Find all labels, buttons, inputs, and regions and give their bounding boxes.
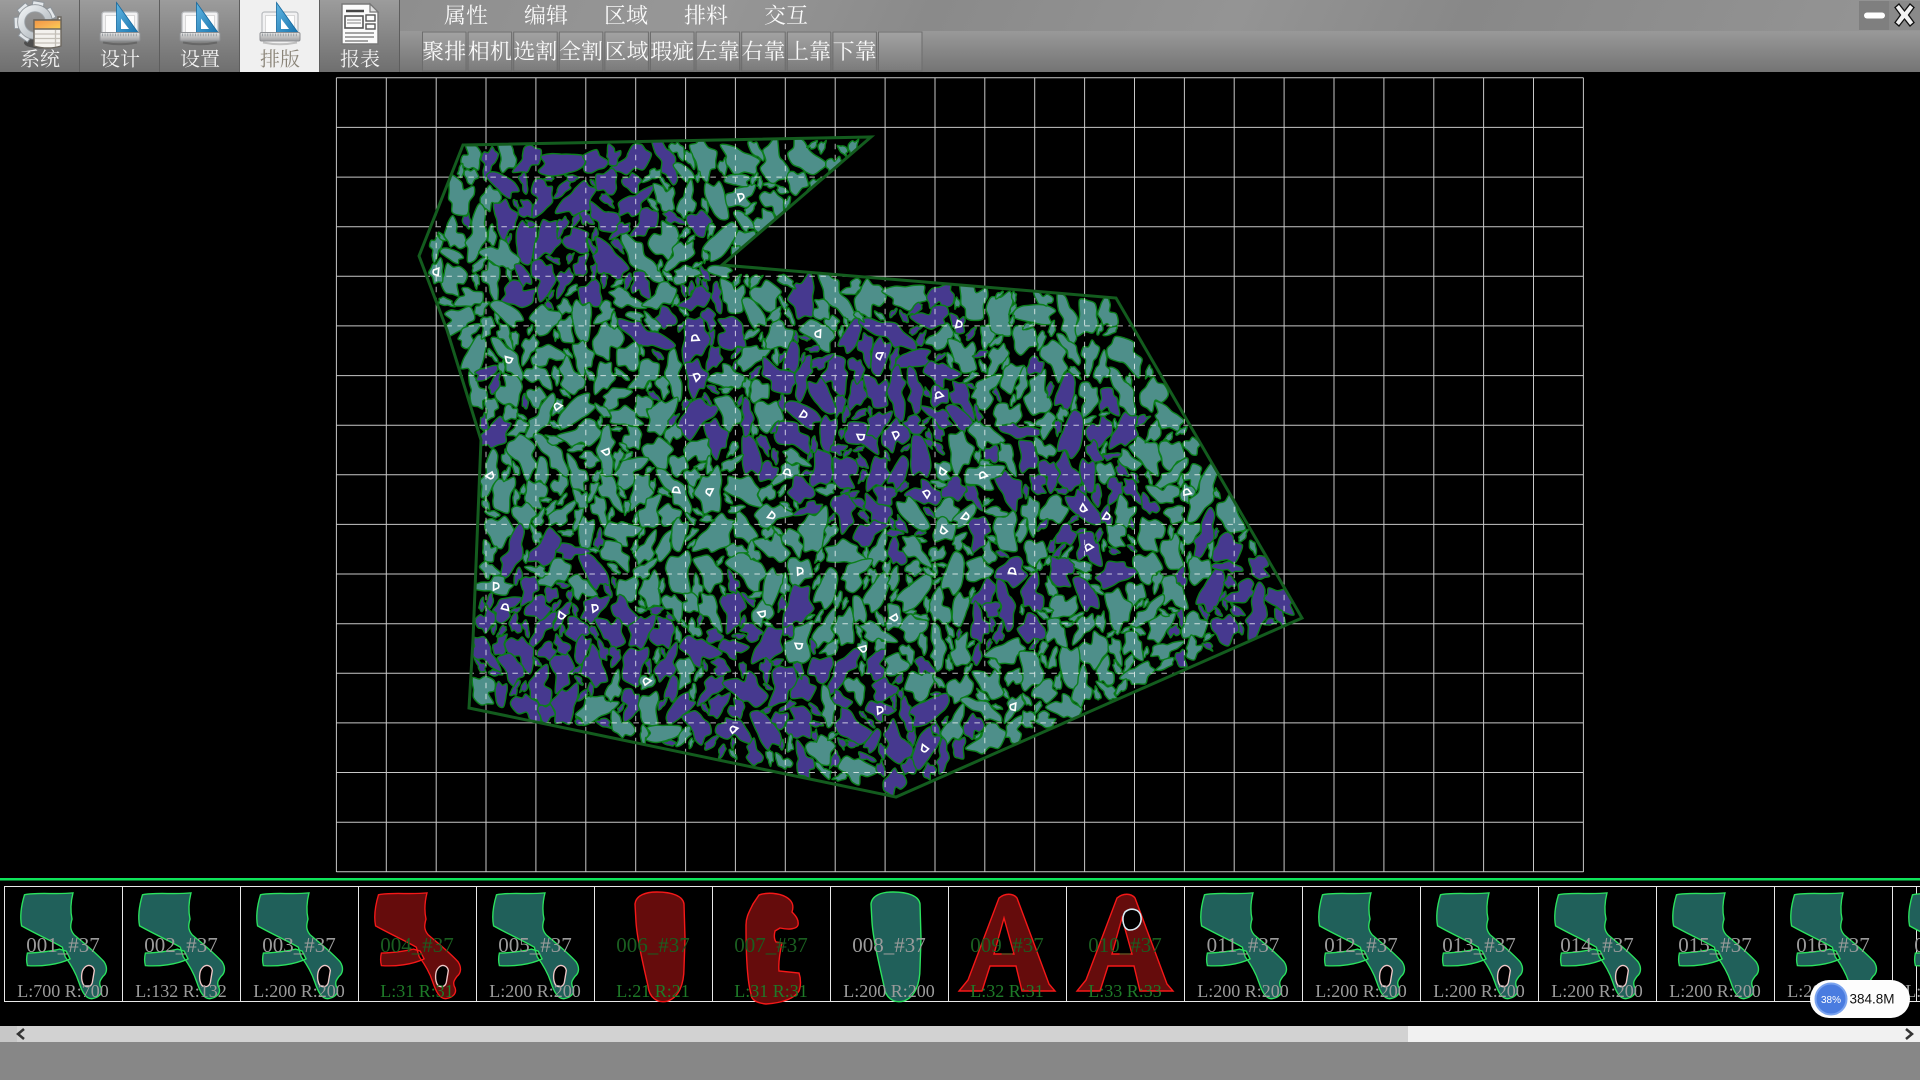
svg-text:L:200 R:200: L:200 R:200 bbox=[253, 981, 345, 1001]
svg-text:007_#37: 007_#37 bbox=[734, 933, 808, 957]
svg-text:013_#37: 013_#37 bbox=[1442, 933, 1516, 957]
svg-text:014_#37: 014_#37 bbox=[1560, 933, 1634, 957]
svg-text:L:21 R:21: L:21 R:21 bbox=[616, 981, 690, 1001]
svg-text:L:200 R:200: L:200 R:200 bbox=[1197, 981, 1289, 1001]
svg-text:L:200 R:200: L:200 R:200 bbox=[1315, 981, 1407, 1001]
svg-text:L:132 R:132: L:132 R:132 bbox=[135, 981, 227, 1001]
svg-text:016_#37: 016_#37 bbox=[1796, 933, 1870, 957]
svg-text:004_#37: 004_#37 bbox=[380, 933, 454, 957]
svg-text:008_#37: 008_#37 bbox=[852, 933, 926, 957]
svg-text:005_#37: 005_#37 bbox=[498, 933, 572, 957]
svg-text:384.8M: 384.8M bbox=[1849, 992, 1894, 1007]
svg-text:L:700 R:700: L:700 R:700 bbox=[17, 981, 109, 1001]
svg-text:003_#37: 003_#37 bbox=[262, 933, 336, 957]
svg-text:L:200 R:200: L:200 R:200 bbox=[489, 981, 581, 1001]
svg-text:L:32 R:31: L:32 R:31 bbox=[970, 981, 1044, 1001]
svg-text:009_#37: 009_#37 bbox=[970, 933, 1044, 957]
svg-text:010_#37: 010_#37 bbox=[1088, 933, 1162, 957]
svg-text:006_#37: 006_#37 bbox=[616, 933, 690, 957]
svg-text:017_#37: 017_#37 bbox=[1914, 933, 1920, 957]
svg-text:001_#37: 001_#37 bbox=[26, 933, 100, 957]
svg-text:L:200 R:200: L:200 R:200 bbox=[843, 981, 935, 1001]
svg-text:002_#37: 002_#37 bbox=[144, 933, 218, 957]
svg-text:L:33 R:33: L:33 R:33 bbox=[1088, 981, 1162, 1001]
svg-text:015_#37: 015_#37 bbox=[1678, 933, 1752, 957]
svg-text:012_#37: 012_#37 bbox=[1324, 933, 1398, 957]
svg-text:L:31 R:31: L:31 R:31 bbox=[380, 981, 454, 1001]
svg-text:L:200 R:200: L:200 R:200 bbox=[1433, 981, 1525, 1001]
svg-text:L:200 R:200: L:200 R:200 bbox=[1551, 981, 1643, 1001]
svg-text:011_#37: 011_#37 bbox=[1207, 933, 1280, 957]
svg-text:L:31 R:31: L:31 R:31 bbox=[734, 981, 808, 1001]
svg-text:38%: 38% bbox=[1821, 995, 1841, 1006]
svg-text:L:200 R:200: L:200 R:200 bbox=[1669, 981, 1761, 1001]
